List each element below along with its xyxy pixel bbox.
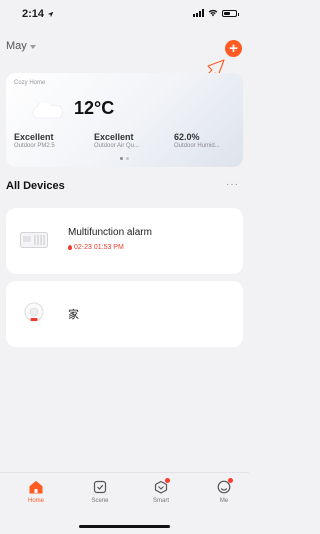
notification-badge [228,478,233,483]
location-arrow-icon [47,11,54,18]
device-name: Multifunction alarm [68,227,152,238]
status-icons [193,9,239,17]
stat-value: Excellent [94,132,134,142]
page-dot [126,157,129,160]
tab-scene[interactable]: Scene [80,480,120,504]
stat-value: Excellent [14,132,54,142]
battery-icon [222,9,239,17]
tab-label: Home [27,498,44,504]
tab-me[interactable]: Me [204,478,244,504]
stat-air-quality: Excellent Outdoor Air Qu... [94,132,139,149]
page-indicator [120,157,129,160]
temperature: 12°C [74,98,115,118]
device-card-alarm[interactable]: Multifunction alarm 02-23 01:53 PM [6,208,243,274]
device-card-home[interactable]: 家 [6,281,243,347]
weather-card[interactable]: Cozy Home 12°C Excellent Outdoor PM2.5 E… [6,73,243,167]
page-dot [120,157,123,160]
device-status: 02-23 01:53 PM [68,244,124,251]
device-name: 家 [68,309,79,321]
alert-drop-icon [68,245,72,250]
home-indicator [79,525,170,528]
stat-label: Outdoor Humid... [174,143,220,149]
me-icon-wrap [217,478,233,494]
tab-label: Scene [91,498,109,504]
weather-home-label: Cozy Home [14,80,46,86]
smart-icon-wrap [154,478,170,494]
home-selector[interactable]: May [6,40,36,52]
cellular-signal-icon [193,9,204,17]
chevron-down-icon [29,44,36,49]
stat-pm25: Excellent Outdoor PM2.5 [14,132,55,149]
scene-icon [93,480,107,494]
stat-humidity: 62.0% Outdoor Humid... [174,132,220,149]
tab-home[interactable]: Home [16,480,56,504]
status-bar: 2:14 [0,0,249,26]
cloud-icon [32,103,63,119]
notification-badge [165,478,170,483]
wifi-icon [208,9,218,17]
section-title: All Devices [6,180,65,192]
home-icon [29,481,43,494]
sensor-device-icon [24,302,44,322]
device-status-text: 02-23 01:53 PM [74,244,124,251]
alarm-device-icon [20,232,48,248]
stat-value: 62.0% [174,132,200,142]
tab-label: Me [219,498,229,504]
home-name: May [6,40,27,52]
tab-label: Smart [152,498,169,504]
tab-smart[interactable]: Smart [141,478,181,504]
more-options-button[interactable]: ··· [226,179,239,190]
stat-label: Outdoor PM2.5 [14,143,55,149]
status-time: 2:14 [22,8,54,20]
stat-label: Outdoor Air Qu... [94,143,140,149]
